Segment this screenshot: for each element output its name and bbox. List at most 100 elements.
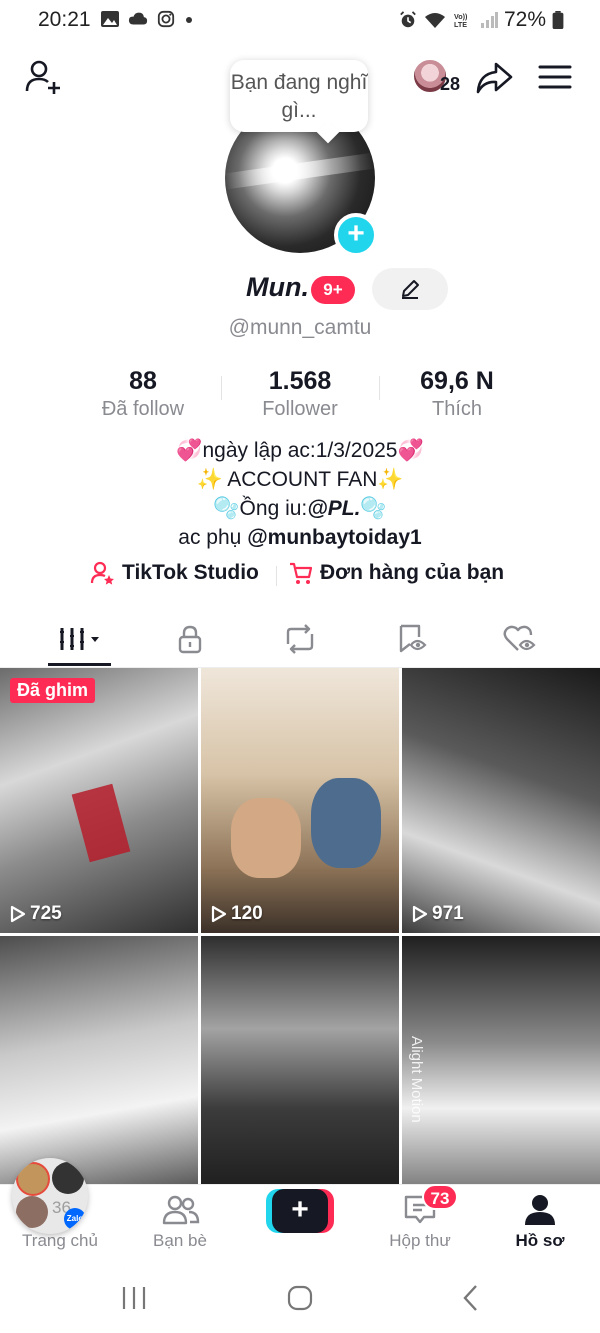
- nav-profile-label: Hồ sơ: [515, 1231, 565, 1250]
- bio-line-3: 🫧Ồng iu:@PL.🫧: [0, 494, 600, 523]
- pinned-badge: Đã ghim: [10, 678, 96, 703]
- add-friend-icon[interactable]: [24, 58, 64, 98]
- bio-line-3-suffix: 🫧: [360, 497, 387, 520]
- bio-line-2: ✨ ACCOUNT FAN✨: [196, 468, 404, 491]
- status-system-icons: Vo)) LTE 72%: [398, 8, 564, 32]
- bio-line-4-text: ac phụ: [178, 526, 248, 549]
- play-icon: [211, 905, 227, 923]
- add-story-button[interactable]: +: [334, 213, 378, 257]
- video-thumbnail[interactable]: 120: [201, 668, 399, 933]
- name-row: Mun. 9+: [0, 268, 600, 310]
- nav-create[interactable]: +: [240, 1185, 360, 1265]
- bio-line-4: ac phụ @munbaytoiday1: [0, 523, 600, 552]
- visitors-count: 28: [440, 74, 461, 94]
- bookmark-eye-icon: [399, 624, 427, 653]
- repost-icon: [286, 624, 314, 654]
- bio-line-1: 💞ngày lập ac:1/3/2025💞: [176, 439, 424, 462]
- stat-followers-label: Follower: [262, 398, 338, 420]
- inbox-badge: 73: [422, 1184, 458, 1210]
- nav-home-label: Trang chủ: [22, 1231, 98, 1250]
- nav-inbox-label: Hộp thư: [389, 1231, 451, 1250]
- stat-likes[interactable]: 69,6 N Thích: [367, 366, 547, 422]
- battery-percent: 72%: [503, 8, 546, 31]
- zalo-logo-icon: Zalo: [64, 1208, 86, 1230]
- status-time: 20:21: [38, 8, 91, 31]
- stat-followers-value: 1.568: [268, 367, 332, 395]
- tab-private[interactable]: [130, 612, 250, 666]
- bio-mention-pl[interactable]: @PL.: [307, 497, 360, 520]
- alarm-icon: [400, 11, 416, 28]
- stat-likes-label: Thích: [431, 398, 483, 420]
- friends-icon: [162, 1195, 200, 1225]
- video-views: 971: [412, 903, 464, 925]
- home-button-icon[interactable]: [286, 1284, 314, 1312]
- video-thumbnail[interactable]: 971: [402, 668, 600, 933]
- profile-stats: 88 Đã follow 1.568 Follower 69,6 N Thích: [0, 366, 600, 426]
- wifi-icon: [424, 13, 445, 28]
- status-bar: 20:21 Vo)) LTE 72%: [0, 0, 600, 40]
- create-button[interactable]: +: [266, 1189, 334, 1233]
- stat-following-value: 88: [129, 367, 157, 395]
- thumbnail-figure: [231, 798, 301, 878]
- cloud-icon: [128, 12, 148, 25]
- status-notification-icons: [100, 10, 194, 28]
- profile-visitors-button[interactable]: 28: [412, 58, 468, 98]
- edit-profile-button[interactable]: [372, 268, 448, 310]
- bio-mention-alt-account[interactable]: @munbaytoiday1: [247, 526, 422, 549]
- nav-friends-label: Bạn bè: [153, 1231, 207, 1250]
- svg-text:LTE: LTE: [454, 20, 467, 29]
- recent-apps-icon[interactable]: [120, 1284, 148, 1312]
- video-thumbnail[interactable]: Đã ghim 725: [0, 668, 198, 933]
- profile-handle: @munn_camtu: [228, 316, 372, 339]
- zalo-avatar: [52, 1162, 84, 1194]
- video-views-count: 120: [231, 903, 263, 924]
- tab-reposts[interactable]: [240, 612, 360, 666]
- share-icon[interactable]: [474, 58, 514, 98]
- active-tab-indicator: [48, 663, 111, 666]
- tiktok-studio-link[interactable]: TikTok Studio: [90, 560, 259, 586]
- notification-badge[interactable]: 9+: [311, 276, 355, 304]
- video-thumbnail[interactable]: Alight Motion: [402, 936, 600, 1201]
- stat-followers[interactable]: 1.568 Follower: [210, 366, 390, 422]
- video-views: 120: [211, 903, 263, 925]
- profile-name: Mun.: [246, 272, 309, 302]
- orders-label: Đơn hàng của bạn: [320, 561, 505, 584]
- thought-bubble[interactable]: Bạn đang nghĩ gì...: [230, 60, 368, 132]
- nav-inbox[interactable]: Hộp thư: [360, 1185, 480, 1265]
- video-views-count: 971: [432, 903, 464, 924]
- volte-icon: Vo))LTE: [454, 12, 468, 29]
- avatar-light-ray: [225, 152, 375, 190]
- tiktok-studio-label: TikTok Studio: [122, 561, 259, 584]
- zalo-avatar: [16, 1162, 50, 1196]
- thumbnail-red-cloth: [71, 783, 131, 863]
- bottom-nav: Trang chủ Bạn bè + Hộp thư Hồ sơ: [0, 1184, 600, 1264]
- profile-bio: 💞ngày lập ac:1/3/2025💞 ✨ ACCOUNT FAN✨ 🫧Ồ…: [0, 436, 600, 552]
- nav-friends[interactable]: Bạn bè: [120, 1185, 240, 1265]
- zalo-avatar: [16, 1196, 48, 1228]
- back-icon[interactable]: [458, 1284, 486, 1312]
- play-icon: [412, 905, 428, 923]
- menu-icon[interactable]: [538, 62, 572, 92]
- profile-icon: [525, 1195, 555, 1225]
- orders-link[interactable]: Đơn hàng của bạn: [288, 560, 504, 586]
- dot-icon: [186, 17, 192, 23]
- zalo-chat-bubble[interactable]: 36 Zalo: [12, 1158, 88, 1234]
- video-views-count: 725: [30, 903, 62, 924]
- instagram-icon: [157, 10, 175, 28]
- system-navigation-bar: [0, 1264, 600, 1333]
- video-thumbnail[interactable]: [201, 936, 399, 1201]
- tab-videos[interactable]: [20, 612, 140, 666]
- grid-menu-icon: [60, 628, 99, 650]
- profile-tabs: [0, 612, 600, 668]
- tab-favorites[interactable]: [352, 612, 472, 666]
- signal-icon: [480, 12, 498, 28]
- nav-profile[interactable]: Hồ sơ: [480, 1185, 600, 1265]
- pencil-icon: [402, 280, 419, 299]
- battery-icon: [552, 11, 564, 29]
- tab-liked[interactable]: [460, 612, 580, 666]
- plus-icon: +: [272, 1189, 328, 1233]
- profile-links: TikTok Studio Đơn hàng của bạn: [0, 560, 600, 592]
- thumbnail-figure: [311, 778, 381, 868]
- lock-icon: [178, 625, 202, 654]
- stat-following[interactable]: 88 Đã follow: [53, 366, 233, 422]
